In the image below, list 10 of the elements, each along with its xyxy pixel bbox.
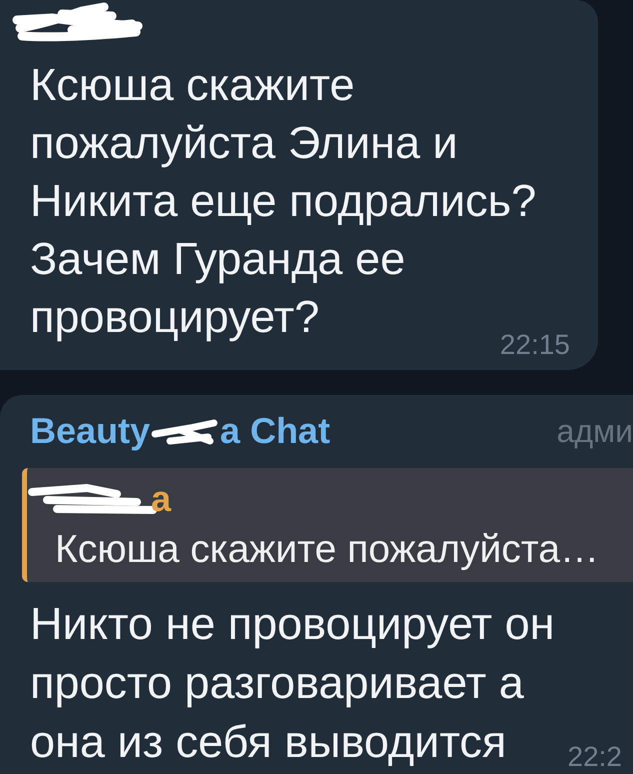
message-text: Никто не провоцирует он просто разговаривает а она из себя выводится [30,597,555,769]
message-time: 22:15 [500,331,570,359]
message-text: Ксюша скажите пожалуйста Элина и Никита еще подрались? [30,58,538,228]
reply-text: Ксюша скажите пожалуйста… [55,527,600,573]
message-time: 22:2 [568,743,622,771]
sender-name: a Chat [220,409,330,453]
message-text: Зачем Гуранда ее провоцирует? [30,232,406,344]
sender-name: Beauty [30,409,150,453]
reply-author: а [151,477,172,521]
admin-label: адми [556,412,633,451]
